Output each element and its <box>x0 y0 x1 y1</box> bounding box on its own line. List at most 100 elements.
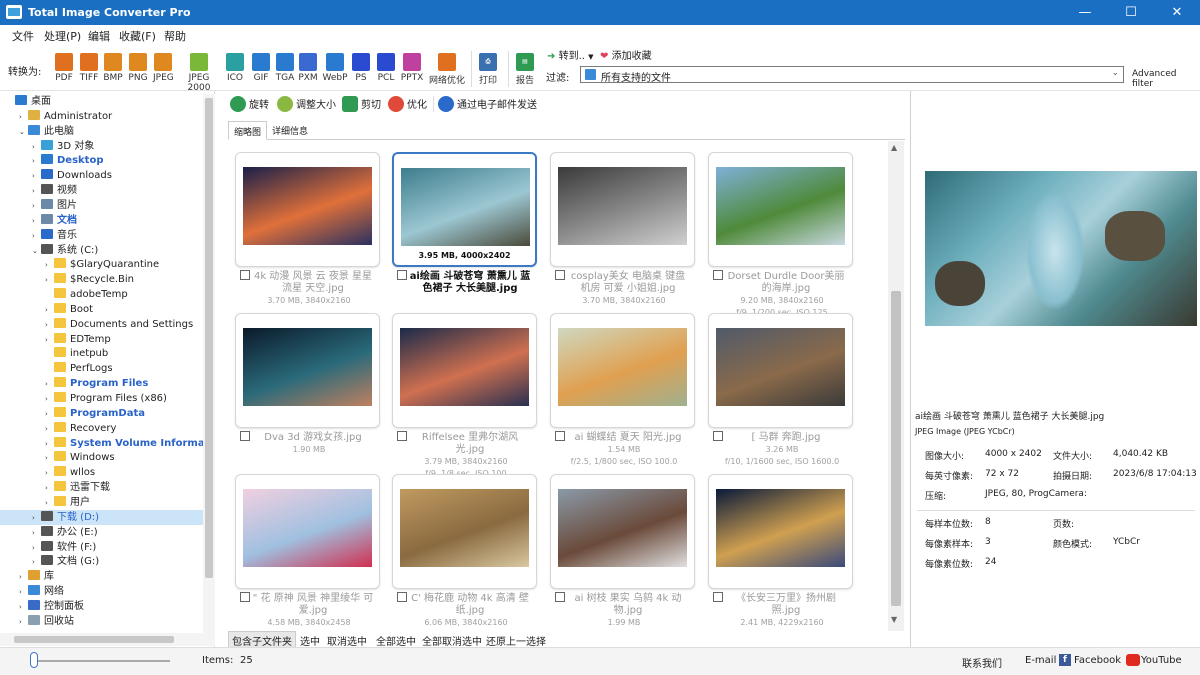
expand-arrow-icon[interactable]: › <box>45 333 54 348</box>
expand-arrow-icon[interactable]: › <box>32 140 41 155</box>
select-all-link[interactable]: 全部选中 <box>376 633 416 648</box>
report-button[interactable]: ▤ 报告 <box>512 53 538 86</box>
expand-arrow-icon[interactable]: › <box>45 451 54 466</box>
scroll-up-icon[interactable]: ▲ <box>891 143 897 152</box>
menu-process[interactable]: 处理(P) <box>44 28 81 44</box>
optimize-button[interactable]: 优化 <box>388 96 427 112</box>
close-button[interactable]: ✕ <box>1154 0 1200 25</box>
expand-arrow-icon[interactable]: › <box>32 541 41 556</box>
expand-arrow-icon[interactable]: › <box>19 585 28 600</box>
thumbnail-card[interactable] <box>550 474 695 589</box>
select-link[interactable]: 选中 <box>300 633 320 648</box>
tree-item[interactable]: adobeTemp <box>45 287 128 302</box>
convert-pdf-button[interactable]: PDF <box>54 53 74 83</box>
tree-item[interactable]: › 软件 (F:) <box>32 540 96 555</box>
thumbnail-card[interactable]: 3.95 MB, 4000x2402 <box>392 152 537 267</box>
tree-item[interactable]: PerfLogs <box>45 361 113 376</box>
tab-thumbnails[interactable]: 缩略图 <box>228 121 268 140</box>
tree-item[interactable]: › Desktop <box>32 153 104 168</box>
print-button[interactable]: ⎙ 打印 <box>476 53 500 86</box>
tree-item[interactable]: › Program Files (x86) <box>45 391 167 406</box>
convert-png-button[interactable]: PNG <box>127 53 149 83</box>
expand-arrow-icon[interactable]: › <box>45 303 54 318</box>
expand-arrow-icon[interactable]: ⌄ <box>32 244 41 259</box>
add-favorite-button[interactable]: ❤ 添加收藏 <box>600 47 652 62</box>
expand-arrow-icon[interactable]: › <box>19 110 28 125</box>
tree-item[interactable]: › Recovery <box>45 421 116 436</box>
tree-item[interactable]: › $Recycle.Bin <box>45 272 134 287</box>
expand-arrow-icon[interactable]: › <box>45 273 54 288</box>
zoom-slider-track[interactable] <box>30 660 170 662</box>
filter-dropdown[interactable]: 所有支持的文件 ⌄ <box>580 66 1124 84</box>
tree-scrollbar[interactable] <box>203 94 215 634</box>
expand-arrow-icon[interactable]: › <box>32 511 41 526</box>
tree-item[interactable]: › 控制面板 <box>19 599 84 614</box>
convert-tiff-button[interactable]: TIFF <box>79 53 99 83</box>
email-link[interactable]: E-mail <box>1025 655 1056 666</box>
expand-arrow-icon[interactable]: › <box>32 154 41 169</box>
tree-item[interactable]: › wllos <box>45 465 95 480</box>
zoom-slider-thumb[interactable] <box>30 652 38 668</box>
expand-arrow-icon[interactable]: › <box>45 422 54 437</box>
tree-item[interactable]: › Program Files <box>45 376 148 391</box>
expand-arrow-icon[interactable]: › <box>32 229 41 244</box>
tree-item[interactable]: › Boot <box>45 302 93 317</box>
advanced-filter-link[interactable]: Advanced filter <box>1132 69 1200 89</box>
tree-item[interactable]: inetpub <box>45 346 108 361</box>
tree-item[interactable]: › Windows <box>45 450 115 465</box>
expand-arrow-icon[interactable]: › <box>19 615 28 630</box>
goto-button[interactable]: ➜ 转到.. ▼ <box>547 47 594 62</box>
facebook-link[interactable]: Facebook <box>1074 655 1121 666</box>
convert-jpeg-2000-button[interactable]: JPEG 2000 <box>178 53 220 93</box>
tree-item[interactable]: › 文档 <box>32 213 77 228</box>
tree-item[interactable]: › EDTemp <box>45 332 111 347</box>
tree-item[interactable]: › 文档 (G:) <box>32 554 99 569</box>
thumbnail-card[interactable] <box>235 152 380 267</box>
expand-arrow-icon[interactable]: › <box>32 526 41 541</box>
expand-arrow-icon[interactable]: › <box>32 555 41 570</box>
menu-help[interactable]: 帮助 <box>164 28 186 44</box>
thumbnail-card[interactable] <box>392 474 537 589</box>
convert-pcl-button[interactable]: PCL <box>376 53 396 83</box>
tree-item[interactable]: › 视频 <box>32 183 77 198</box>
thumbnail-card[interactable] <box>708 474 853 589</box>
menu-favorites[interactable]: 收藏(F) <box>119 28 156 44</box>
convert-webp-button[interactable]: WebP <box>322 53 348 83</box>
expand-arrow-icon[interactable]: › <box>32 184 41 199</box>
expand-arrow-icon[interactable]: ⌄ <box>19 125 28 140</box>
tree-item[interactable]: 桌面 <box>6 94 51 109</box>
rotate-button[interactable]: 旋转 <box>230 96 269 112</box>
tree-item[interactable]: › 下载 (D:) <box>0 509 203 526</box>
expand-arrow-icon[interactable]: › <box>45 392 54 407</box>
tree-item[interactable]: › 图片 <box>32 198 77 213</box>
tree-item[interactable]: ⌄ 此电脑 <box>19 124 74 139</box>
thumbnail-card[interactable] <box>235 474 380 589</box>
expand-arrow-icon[interactable]: › <box>45 407 54 422</box>
convert-ico-button[interactable]: ICO <box>225 53 245 83</box>
thumbnail-card[interactable] <box>550 152 695 267</box>
expand-arrow-icon[interactable]: › <box>45 377 54 392</box>
tree-item[interactable]: › 3D 对象 <box>32 139 94 154</box>
tree-item[interactable]: › 音乐 <box>32 228 77 243</box>
convert-jpeg-button[interactable]: JPEG <box>153 53 174 83</box>
convert-bmp-button[interactable]: BMP <box>103 53 123 83</box>
tree-item[interactable]: › 库 <box>19 569 54 584</box>
expand-arrow-icon[interactable]: › <box>32 199 41 214</box>
tree-item[interactable]: › 回收站 <box>19 614 74 629</box>
convert-gif-button[interactable]: GIF <box>251 53 271 83</box>
restore-selection-link[interactable]: 还原上一选择 <box>486 633 546 648</box>
grid-scrollbar[interactable]: ▲ ▼ <box>888 141 904 631</box>
email-button[interactable]: 通过电子邮件发送 <box>438 96 537 112</box>
menu-file[interactable]: 文件 <box>12 28 34 44</box>
tree-item[interactable]: › System Volume Informatic <box>45 436 214 451</box>
contact-link[interactable]: 联系我们 <box>962 655 1002 670</box>
expand-arrow-icon[interactable]: › <box>45 496 54 511</box>
tree-item[interactable]: › 网络 <box>19 584 64 599</box>
tree-item[interactable]: › Administrator <box>19 109 112 124</box>
resize-button[interactable]: 调整大小 <box>277 96 336 112</box>
convert-网络优化-button[interactable]: 网络优化 <box>427 53 467 86</box>
tab-details[interactable]: 详细信息 <box>272 124 308 137</box>
deselect-link[interactable]: 取消选中 <box>327 633 367 648</box>
tree-item[interactable]: › 迅雷下载 <box>45 480 110 495</box>
expand-arrow-icon[interactable]: › <box>19 570 28 585</box>
